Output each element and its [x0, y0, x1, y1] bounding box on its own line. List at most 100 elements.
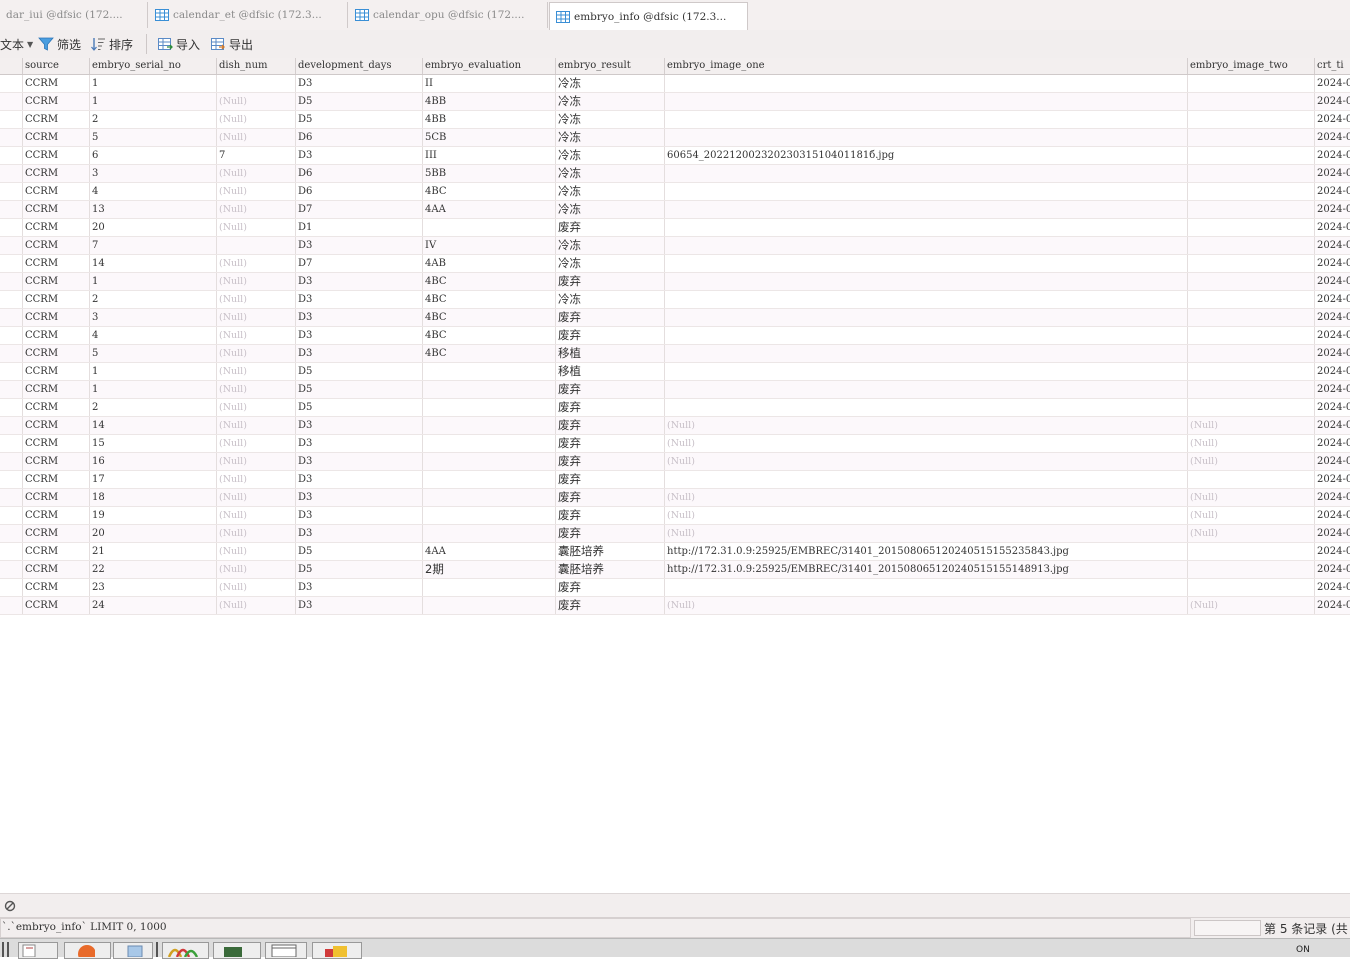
table-cell-embryo-image-one[interactable]: (Null) — [665, 507, 1188, 524]
row-selector[interactable] — [0, 345, 23, 362]
table-cell-source[interactable]: CCRM — [23, 75, 90, 92]
table-cell-development-days[interactable]: D5 — [296, 561, 423, 578]
table-cell-dish-num[interactable]: (Null) — [217, 489, 296, 506]
column-header[interactable]: dish_num — [217, 58, 296, 74]
table-cell-development-days[interactable]: D3 — [296, 417, 423, 434]
table-cell-development-days[interactable]: D5 — [296, 399, 423, 416]
table-cell-embryo-result[interactable]: 废弃 — [556, 327, 665, 344]
table-cell-source[interactable]: CCRM — [23, 597, 90, 614]
table-cell-embryo-evaluation[interactable]: 4BC — [423, 183, 556, 200]
table-cell-embryo-image-one[interactable] — [665, 129, 1188, 146]
table-cell-source[interactable]: CCRM — [23, 147, 90, 164]
table-row[interactable]: CCRM 1 D3 II 冷冻 2024-0 — [0, 75, 1350, 93]
table-cell-embryo-serial-no[interactable]: 19 — [90, 507, 217, 524]
table-cell-embryo-image-two[interactable] — [1188, 75, 1315, 92]
table-cell-dish-num[interactable]: (Null) — [217, 471, 296, 488]
table-cell-dish-num[interactable]: (Null) — [217, 597, 296, 614]
row-selector[interactable] — [0, 93, 23, 110]
table-cell-crt-ti[interactable]: 2024-0 — [1315, 147, 1350, 164]
table-cell-embryo-serial-no[interactable]: 1 — [90, 273, 217, 290]
table-cell-embryo-image-two[interactable] — [1188, 183, 1315, 200]
table-cell-embryo-result[interactable]: 冷冻 — [556, 183, 665, 200]
table-cell-embryo-image-one[interactable] — [665, 345, 1188, 362]
table-cell-embryo-serial-no[interactable]: 21 — [90, 543, 217, 560]
filter-button[interactable]: 筛选 — [38, 35, 81, 53]
table-row[interactable]: CCRM 16 (Null) D3 废弃 (Null) (Null) 2024-0 — [0, 453, 1350, 471]
column-header[interactable]: embryo_image_one — [665, 58, 1188, 74]
table-cell-embryo-result[interactable]: 移植 — [556, 345, 665, 362]
table-cell-source[interactable]: CCRM — [23, 471, 90, 488]
table-cell-embryo-evaluation[interactable]: 2期 — [423, 561, 556, 578]
table-cell-dish-num[interactable]: (Null) — [217, 309, 296, 326]
table-cell-crt-ti[interactable]: 2024-0 — [1315, 579, 1350, 596]
row-selector[interactable] — [0, 273, 23, 290]
table-cell-embryo-serial-no[interactable]: 1 — [90, 363, 217, 380]
table-cell-source[interactable]: CCRM — [23, 255, 90, 272]
table-cell-development-days[interactable]: D5 — [296, 363, 423, 380]
table-cell-development-days[interactable]: D3 — [296, 273, 423, 290]
table-cell-dish-num[interactable] — [217, 75, 296, 92]
table-cell-embryo-image-two[interactable] — [1188, 579, 1315, 596]
table-cell-source[interactable]: CCRM — [23, 345, 90, 362]
table-cell-crt-ti[interactable]: 2024-0 — [1315, 399, 1350, 416]
table-row[interactable]: CCRM 15 (Null) D3 废弃 (Null) (Null) 2024-0 — [0, 435, 1350, 453]
table-cell-embryo-evaluation[interactable]: II — [423, 75, 556, 92]
table-cell-embryo-image-two[interactable]: (Null) — [1188, 417, 1315, 434]
table-cell-embryo-serial-no[interactable]: 2 — [90, 111, 217, 128]
table-cell-embryo-image-two[interactable] — [1188, 165, 1315, 182]
table-cell-embryo-image-one[interactable] — [665, 309, 1188, 326]
table-cell-source[interactable]: CCRM — [23, 291, 90, 308]
column-header[interactable]: embryo_result — [556, 58, 665, 74]
table-cell-development-days[interactable]: D3 — [296, 75, 423, 92]
table-cell-embryo-image-two[interactable] — [1188, 471, 1315, 488]
table-cell-embryo-evaluation[interactable] — [423, 363, 556, 380]
table-cell-embryo-result[interactable]: 废弃 — [556, 309, 665, 326]
table-cell-embryo-evaluation[interactable] — [423, 507, 556, 524]
table-cell-embryo-serial-no[interactable]: 4 — [90, 327, 217, 344]
table-cell-embryo-evaluation[interactable]: 4BB — [423, 93, 556, 110]
table-cell-dish-num[interactable]: (Null) — [217, 291, 296, 308]
table-cell-crt-ti[interactable]: 2024-0 — [1315, 291, 1350, 308]
row-selector[interactable] — [0, 561, 23, 578]
import-button[interactable]: 导入 — [157, 35, 200, 53]
table-cell-embryo-result[interactable]: 冷冻 — [556, 93, 665, 110]
row-selector[interactable] — [0, 129, 23, 146]
table-cell-embryo-image-two[interactable] — [1188, 255, 1315, 272]
table-cell-embryo-serial-no[interactable]: 5 — [90, 129, 217, 146]
table-cell-embryo-result[interactable]: 冷冻 — [556, 237, 665, 254]
table-cell-embryo-serial-no[interactable]: 20 — [90, 525, 217, 542]
table-row[interactable]: CCRM 24 (Null) D3 废弃 (Null) (Null) 2024-0 — [0, 597, 1350, 615]
table-cell-embryo-serial-no[interactable]: 24 — [90, 597, 217, 614]
table-cell-embryo-result[interactable]: 废弃 — [556, 399, 665, 416]
table-cell-embryo-result[interactable]: 废弃 — [556, 597, 665, 614]
table-cell-embryo-serial-no[interactable]: 2 — [90, 399, 217, 416]
table-row[interactable]: CCRM 1 (Null) D5 移植 2024-0 — [0, 363, 1350, 381]
table-row[interactable]: CCRM 20 (Null) D3 废弃 (Null) (Null) 2024-0 — [0, 525, 1350, 543]
row-selector[interactable] — [0, 75, 23, 92]
table-row[interactable]: CCRM 4 (Null) D3 4BC 废弃 2024-0 — [0, 327, 1350, 345]
sort-button[interactable]: 排序 — [90, 35, 133, 53]
table-cell-dish-num[interactable]: (Null) — [217, 345, 296, 362]
table-cell-embryo-result[interactable]: 移植 — [556, 363, 665, 380]
table-row[interactable]: CCRM 5 (Null) D3 4BC 移植 2024-0 — [0, 345, 1350, 363]
table-row[interactable]: CCRM 13 (Null) D7 4AA 冷冻 2024-0 — [0, 201, 1350, 219]
table-cell-source[interactable]: CCRM — [23, 561, 90, 578]
table-row[interactable]: CCRM 1 (Null) D5 4BB 冷冻 2024-0 — [0, 93, 1350, 111]
table-cell-development-days[interactable]: D3 — [296, 453, 423, 470]
stop-icon[interactable] — [4, 900, 16, 912]
table-cell-dish-num[interactable]: (Null) — [217, 525, 296, 542]
table-cell-development-days[interactable]: D3 — [296, 579, 423, 596]
table-cell-embryo-result[interactable]: 废弃 — [556, 417, 665, 434]
row-selector[interactable] — [0, 597, 23, 614]
table-cell-embryo-serial-no[interactable]: 20 — [90, 219, 217, 236]
column-header[interactable]: source — [23, 58, 90, 74]
table-cell-dish-num[interactable]: 7 — [217, 147, 296, 164]
table-cell-development-days[interactable]: D3 — [296, 597, 423, 614]
table-cell-development-days[interactable]: D3 — [296, 471, 423, 488]
table-cell-source[interactable]: CCRM — [23, 579, 90, 596]
table-cell-embryo-serial-no[interactable]: 22 — [90, 561, 217, 578]
table-cell-source[interactable]: CCRM — [23, 363, 90, 380]
table-cell-dish-num[interactable]: (Null) — [217, 435, 296, 452]
table-row[interactable]: CCRM 2 (Null) D5 4BB 冷冻 2024-0 — [0, 111, 1350, 129]
table-cell-dish-num[interactable]: (Null) — [217, 507, 296, 524]
